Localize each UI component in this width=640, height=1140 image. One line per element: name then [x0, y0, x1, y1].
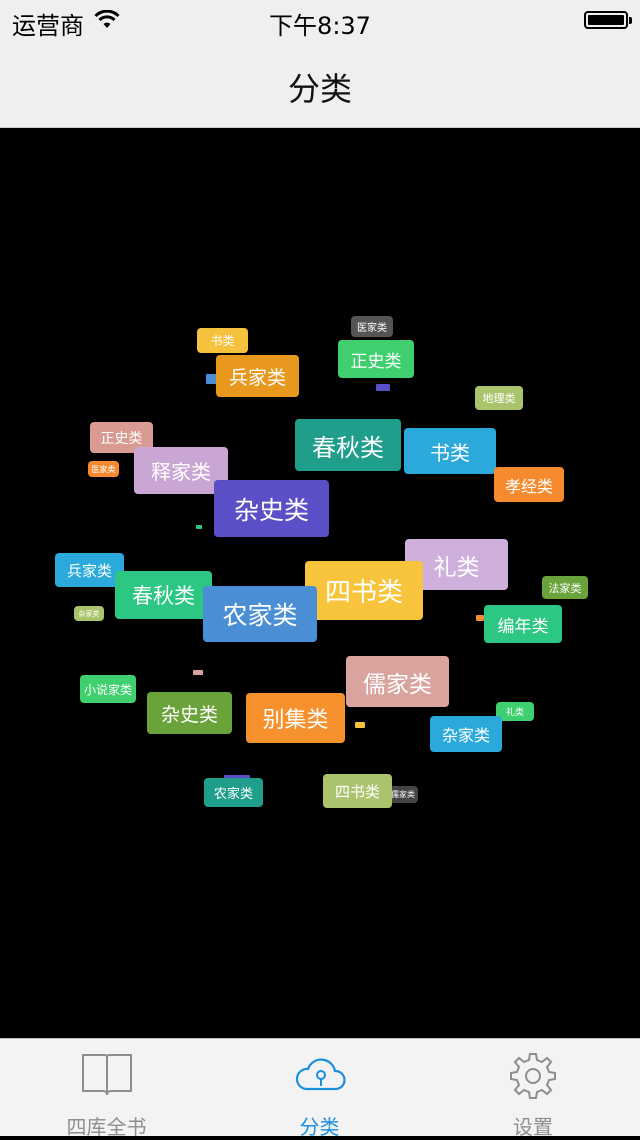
tag-cloud[interactable]: 书类 兵家类 医家类 正史类 地理类 正史类 春秋类 书类 释家类 孝经类 医家… [0, 128, 640, 1038]
status-bar: 运营商 下午8:37 [0, 0, 640, 40]
tab-bar: 四库全书 分类 设置 [0, 1038, 640, 1139]
category-tag[interactable]: 杂史类 [214, 480, 329, 537]
category-tag[interactable]: 书类 [404, 428, 496, 474]
category-tag[interactable]: 四书类 [323, 774, 392, 808]
book-icon [81, 1054, 132, 1096]
category-tag[interactable]: 小说家类 [80, 675, 136, 703]
category-tag[interactable]: 儒家类 [346, 656, 449, 707]
category-tag[interactable]: 儒家类 [388, 786, 418, 803]
tag-speck [376, 384, 390, 391]
category-tag[interactable]: 春秋类 [115, 571, 212, 619]
cloud-icon [295, 1058, 346, 1091]
category-tag[interactable]: 医家类 [351, 316, 393, 337]
category-tag[interactable]: 书类 [197, 328, 248, 353]
category-tag[interactable]: 法家类 [542, 576, 588, 599]
category-tag[interactable]: 农家类 [204, 778, 263, 807]
tag-speck [196, 525, 202, 529]
gear-icon [510, 1053, 556, 1099]
tab-categories[interactable]: 分类 [213, 1039, 426, 1139]
category-tag[interactable]: 兵家类 [55, 553, 124, 587]
category-tag[interactable]: 孝经类 [494, 467, 564, 502]
page-title: 分类 [287, 70, 352, 108]
category-tag[interactable]: 正史类 [338, 340, 414, 378]
nav-bar: 分类 [0, 40, 640, 128]
category-tag[interactable]: 杂史类 [147, 692, 232, 734]
tag-speck [355, 722, 365, 728]
category-tag[interactable]: 杂家类 [74, 606, 104, 621]
category-tag[interactable]: 兵家类 [216, 355, 299, 397]
status-time: 下午8:37 [269, 12, 371, 40]
category-tag[interactable]: 四书类 [305, 561, 423, 620]
battery-icon [584, 11, 632, 29]
category-tag[interactable]: 编年类 [484, 605, 562, 643]
tag-speck [193, 670, 203, 675]
tag-speck [476, 615, 484, 621]
category-tag[interactable]: 杂家类 [430, 716, 502, 752]
category-tag[interactable]: 地理类 [475, 386, 523, 410]
category-tag[interactable]: 春秋类 [295, 419, 401, 471]
tab-siku-quanshu[interactable]: 四库全书 [0, 1039, 213, 1139]
category-tag[interactable]: 别集类 [246, 693, 345, 743]
category-tag[interactable]: 农家类 [203, 586, 317, 642]
tab-settings[interactable]: 设置 [426, 1039, 640, 1139]
category-tag[interactable]: 医家类 [88, 461, 119, 477]
